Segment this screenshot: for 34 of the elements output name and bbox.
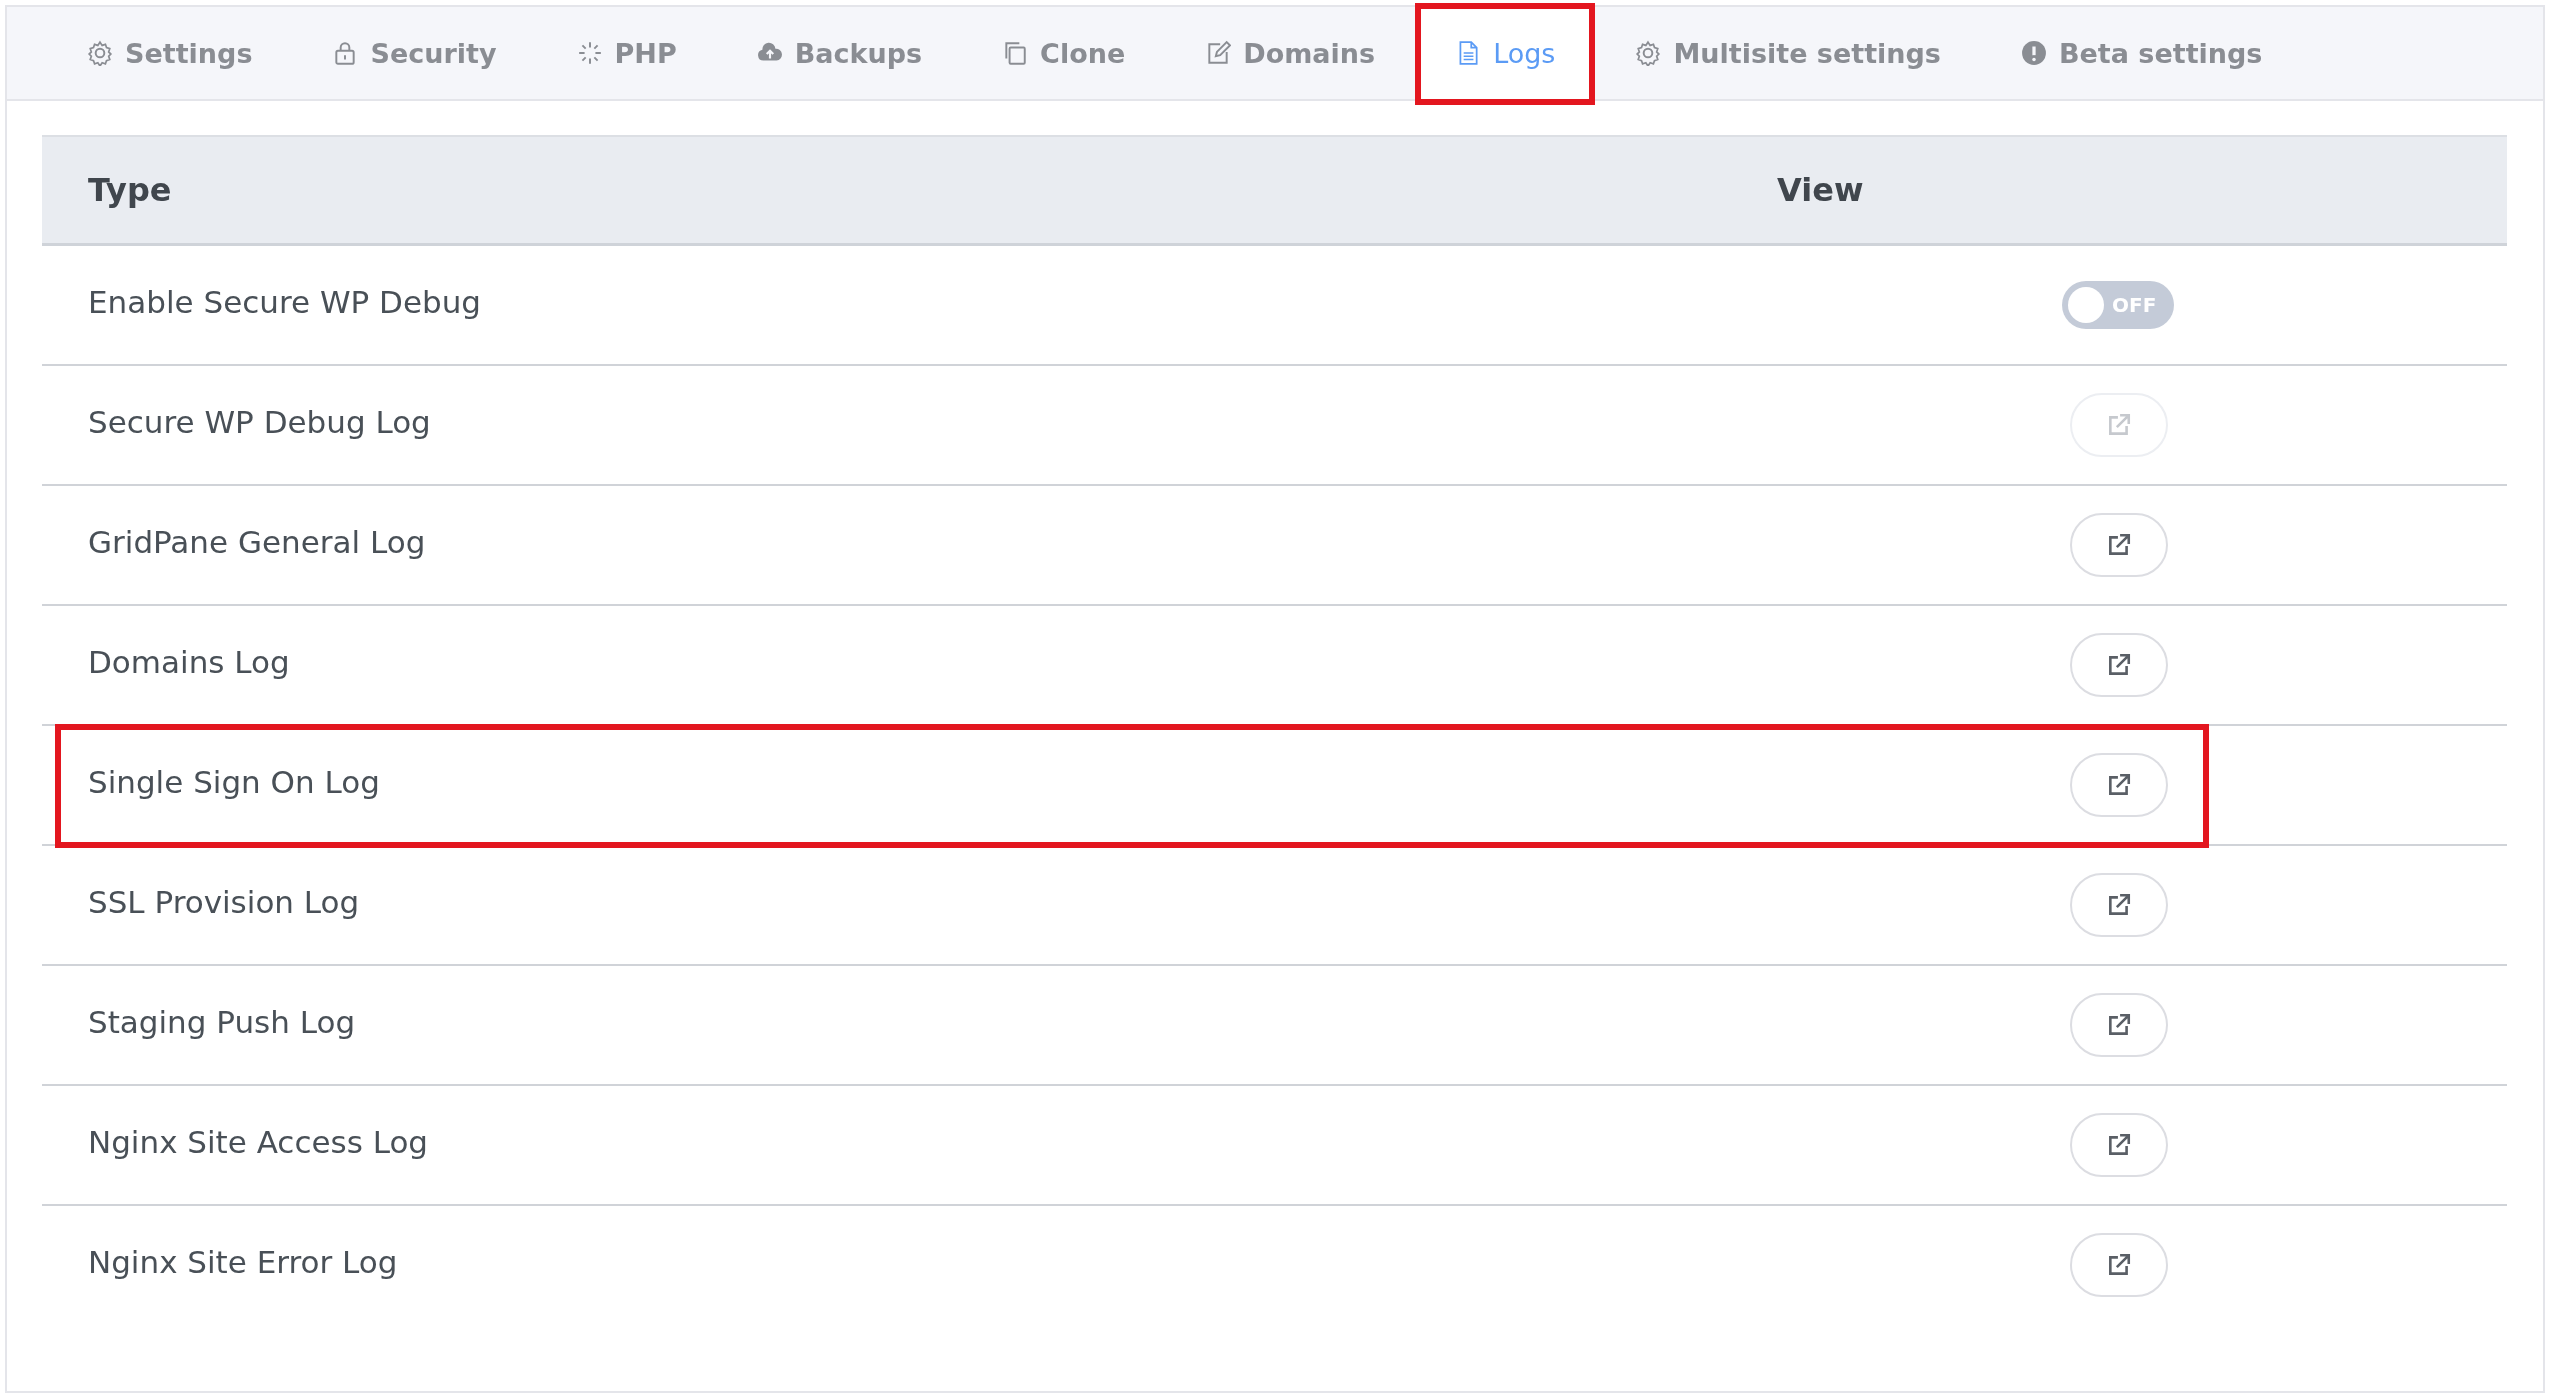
log-type-label: Single Sign On Log <box>87 764 381 800</box>
external-link-icon <box>2106 532 2132 558</box>
spinner-icon <box>576 40 603 66</box>
edit-icon <box>1205 40 1232 66</box>
log-type-label: Nginx Site Error Log <box>87 1244 399 1280</box>
tab[interactable]: Backups <box>716 7 963 99</box>
tab[interactable]: Clone <box>962 7 1166 99</box>
log-type-label: Staging Push Log <box>87 1004 357 1040</box>
log-type-label: Domains Log <box>87 644 291 680</box>
external-link-icon <box>2106 652 2132 678</box>
tab[interactable]: Security <box>292 7 537 99</box>
column-header: Type <box>87 171 173 209</box>
tab[interactable]: Settings <box>47 7 293 99</box>
log-type-label: Enable Secure WP Debug <box>87 284 483 320</box>
external-link-icon <box>2106 1012 2132 1038</box>
tab[interactable]: PHP <box>536 7 717 99</box>
external-link-icon <box>2106 772 2132 798</box>
external-link-icon <box>2106 892 2132 918</box>
toggle-switch[interactable]: OFF <box>2062 281 2174 329</box>
tab[interactable]: Domains <box>1165 7 1416 99</box>
log-type-label: Nginx Site Access Log <box>87 1124 430 1160</box>
log-type-label: GridPane General Log <box>87 524 427 560</box>
copy-icon <box>1002 40 1029 66</box>
external-link-icon <box>2106 412 2132 438</box>
external-link-icon <box>2106 1252 2132 1278</box>
gear-icon <box>87 40 113 66</box>
alert-icon <box>2020 40 2047 66</box>
external-link-icon <box>2106 1132 2132 1158</box>
log-type-label: SSL Provision Log <box>87 884 361 920</box>
tab[interactable]: Beta settings <box>1980 7 2303 99</box>
column-header: View <box>1776 171 1865 209</box>
tab[interactable]: Multisite settings <box>1595 7 1981 99</box>
gear-icon <box>1635 40 1662 66</box>
log-type-label: Secure WP Debug Log <box>87 404 432 440</box>
